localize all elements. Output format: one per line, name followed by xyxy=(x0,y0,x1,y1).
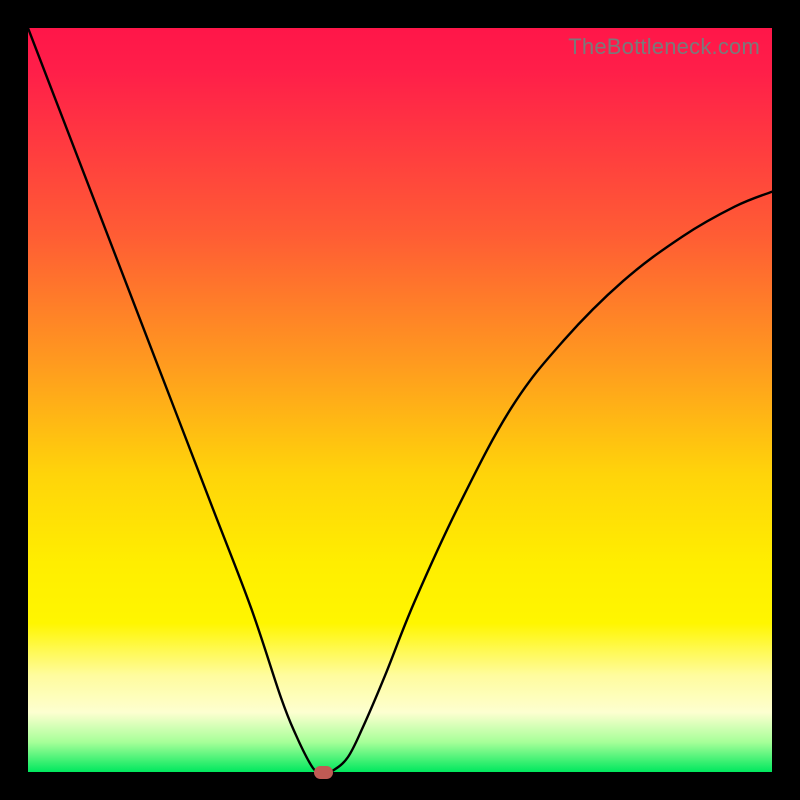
chart-frame: TheBottleneck.com xyxy=(0,0,800,800)
plot-area: TheBottleneck.com xyxy=(28,28,772,772)
optimum-marker xyxy=(314,766,333,779)
curve-svg xyxy=(28,28,772,772)
bottleneck-curve-path xyxy=(28,28,772,772)
